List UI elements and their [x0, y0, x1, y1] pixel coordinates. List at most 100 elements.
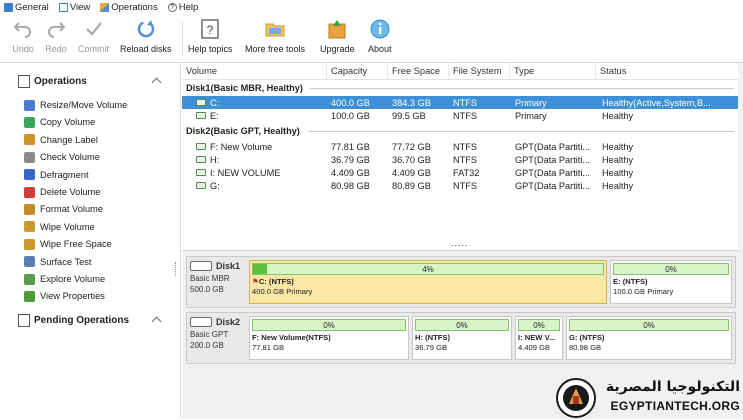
disk2-map[interactable]: Disk2 Basic GPT 200.0 GB 0% F: New Volum…	[186, 312, 736, 364]
collapse-operations-chevron-icon[interactable]	[151, 77, 162, 88]
table-row[interactable]: F: New Volume 77.81 GB 77.72 GB NTFS GPT(Dat…	[182, 140, 738, 153]
disk1-type: Basic MBR	[190, 274, 230, 283]
sidebar-item-explore[interactable]: Explore Volume	[24, 272, 105, 286]
upgrade-button[interactable]: Upgrade	[320, 18, 355, 60]
cell-status: Healthy(Active,System,B...	[602, 96, 736, 109]
system-flag-icon: ⚑	[252, 277, 259, 286]
pending-operations-header[interactable]: Pending Operations	[18, 313, 129, 327]
cell-text: 80.98 GB	[331, 180, 370, 191]
table-row[interactable]: G: 80.98 GB 80.89 GB NTFS GPT(Data Partiti..…	[182, 179, 738, 192]
sidebar-item-wipe-free[interactable]: Wipe Free Space	[24, 237, 112, 251]
column-volume[interactable]: Volume	[182, 63, 327, 79]
cell-text: 400.0 GB	[331, 97, 370, 108]
cell-text: 36.79 GB	[331, 154, 370, 165]
column-type[interactable]: Type	[510, 63, 596, 79]
column-file-system[interactable]: File System	[449, 63, 510, 79]
toolbar: Undo Redo Commit Reload disks ? Help top…	[0, 14, 743, 63]
more-free-tools-button[interactable]: More free tools	[245, 18, 305, 60]
collapse-pending-chevron-icon[interactable]	[151, 316, 162, 327]
sidebar-item-wipe[interactable]: Wipe Volume	[24, 220, 95, 234]
table-row[interactable]: E: 100.0 GB 99.5 GB NTFS Primary Healthy	[182, 109, 738, 122]
cell-text: 384.3 GB	[392, 97, 431, 108]
cell-text: GPT(Data Partiti...	[515, 180, 591, 191]
column-capacity[interactable]: Capacity	[327, 63, 388, 79]
menu-operations[interactable]: Operations	[100, 2, 158, 13]
sidebar-item-label: Explore Volume	[40, 274, 106, 284]
about-label: About	[368, 44, 392, 54]
sidebar-item-properties[interactable]: View Properties	[24, 289, 105, 303]
partition-icon	[196, 99, 206, 106]
partition-e[interactable]: 0% E: (NTFS) 100.0 GB Primary	[610, 260, 732, 304]
toolbar-divider	[182, 22, 183, 56]
cell-status: Healthy	[602, 109, 736, 122]
general-icon	[4, 2, 13, 12]
tools-folder-icon	[264, 18, 286, 40]
commit-button[interactable]: Commit	[78, 18, 109, 60]
sidebar-resize-grip[interactable]	[175, 262, 178, 276]
partition-h[interactable]: 0% H: (NTFS) 36.79 GB	[412, 316, 512, 360]
reload-disks-button[interactable]: Reload disks	[120, 18, 172, 60]
sidebar-item-format[interactable]: Format Volume	[24, 202, 103, 216]
help-topics-button[interactable]: ? Help topics	[188, 18, 233, 60]
surface-test-icon	[24, 256, 35, 268]
cell-fs: NTFS	[453, 153, 511, 166]
sidebar-item-label: Delete Volume	[40, 187, 101, 197]
disk2-group-label[interactable]: Disk2(Basic GPT, Healthy)	[186, 125, 300, 137]
disk1-info: Disk1 Basic MBR 500.0 GB	[190, 259, 246, 295]
operations-section-header[interactable]: Operations	[18, 74, 87, 88]
partition-c-detail: 400.0 GB Primary	[252, 287, 313, 296]
redo-button[interactable]: Redo	[45, 18, 67, 60]
cell-status: Healthy	[602, 140, 736, 153]
sidebar-item-label[interactable]: Change Label	[24, 133, 98, 147]
cell-capacity: 80.98 GB	[331, 179, 389, 192]
column-free-space[interactable]: Free Space	[388, 63, 449, 79]
table-row[interactable]: C: 400.0 GB 384.3 GB NTFS Primary Healthy(Act…	[182, 96, 738, 109]
cell-free: 77.72 GB	[392, 140, 450, 153]
cell-volume: E:	[196, 109, 324, 122]
sidebar-item-copy[interactable]: Copy Volume	[24, 115, 95, 129]
cell-type: GPT(Data Partiti...	[515, 179, 595, 192]
sidebar-item-defragment[interactable]: Defragment	[24, 168, 89, 182]
sidebar-item-delete[interactable]: Delete Volume	[24, 185, 100, 199]
sidebar-item-label: Defragment	[40, 169, 89, 180]
undo-label: Undo	[12, 44, 34, 54]
sidebar-item-resize[interactable]: Resize/Move Volume	[24, 98, 127, 112]
cell-free: 80.89 GB	[392, 179, 450, 192]
help-icon: ?	[167, 2, 177, 12]
delete-icon	[24, 186, 35, 198]
cell-fs: FAT32	[453, 166, 511, 179]
menu-view-label: View	[69, 1, 91, 13]
disk1-group-label[interactable]: Disk1(Basic MBR, Healthy)	[186, 82, 303, 94]
undo-button[interactable]: Undo	[12, 18, 34, 60]
table-row[interactable]: H: 36.79 GB 36.70 GB NTFS GPT(Data Partiti..…	[182, 153, 738, 166]
partition-c[interactable]: 4% ⚑C: (NTFS) 400.0 GB Primary	[249, 260, 607, 304]
partition-f-name: F: New Volume(NTFS)	[252, 333, 331, 342]
disk1-map[interactable]: Disk1 Basic MBR 500.0 GB 4% ⚑C: (NTFS) 4…	[186, 256, 736, 308]
partition-c-percent: 4%	[422, 264, 434, 274]
format-icon	[24, 203, 35, 215]
menu-general[interactable]: General	[4, 2, 49, 13]
resize-icon	[24, 99, 35, 111]
check-icon	[24, 151, 35, 163]
about-button[interactable]: About	[368, 18, 392, 60]
table-row[interactable]: I: NEW VOLUME 4.409 GB 4.409 GB FAT32 GPT(Da…	[182, 166, 738, 179]
menu-view[interactable]: View	[58, 1, 91, 13]
cell-text: 80.89 GB	[392, 180, 431, 191]
partition-h-name: H: (NTFS)	[415, 333, 451, 342]
partition-g[interactable]: 0% G: (NTFS) 80.98 GB	[566, 316, 732, 360]
disk2-name: Disk2	[216, 317, 241, 327]
partition-i-detail: 4.409 GB	[518, 343, 551, 352]
sidebar-item-surface-test[interactable]: Surface Test	[24, 255, 92, 269]
sidebar-item-check[interactable]: Check Volume	[24, 150, 100, 164]
right-edge-scrollbar[interactable]	[738, 63, 743, 418]
partition-i[interactable]: 0% I: NEW V... 4.409 GB	[515, 316, 563, 360]
cell-type: GPT(Data Partiti...	[515, 153, 595, 166]
partition-f[interactable]: 0% F: New Volume(NTFS) 77.81 GB	[249, 316, 409, 360]
cell-fs: NTFS	[453, 140, 511, 153]
label-icon	[24, 134, 35, 146]
column-status[interactable]: Status	[596, 63, 738, 79]
partition-f-usage-bar: 0%	[252, 319, 406, 331]
cell-text: 77.81 GB	[331, 141, 370, 152]
redo-icon	[45, 18, 67, 40]
menu-help[interactable]: ? Help	[167, 2, 198, 13]
